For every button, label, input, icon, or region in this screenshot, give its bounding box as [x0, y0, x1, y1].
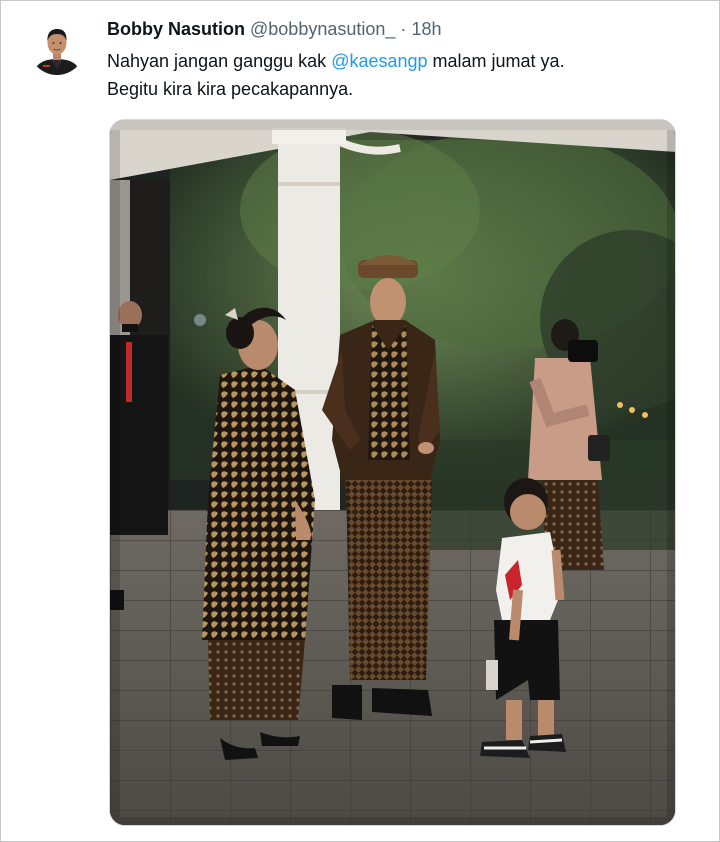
tweet-text: Nahyan jangan ganggu kak @kaesangp malam… [107, 47, 679, 103]
tweet-timestamp[interactable]: 18h [411, 19, 441, 39]
avatar-portrait-image [29, 19, 85, 75]
avatar[interactable] [29, 19, 85, 75]
separator-dot: · [400, 19, 407, 39]
tweet-text-part: Nahyan jangan ganggu kak [107, 51, 332, 71]
tweet-header: Bobby Nasution @bobbynasution_ · 18h [107, 15, 679, 43]
tweet-text-line-2: Begitu kira kira pecakapannya. [107, 79, 354, 99]
tweet-photo-image [110, 120, 675, 825]
mention-link[interactable]: @kaesangp [331, 51, 427, 71]
tweet-card[interactable]: Bobby Nasution @bobbynasution_ · 18h Nah… [0, 0, 720, 842]
tweet-photo[interactable] [109, 119, 676, 826]
user-handle[interactable]: @bobbynasution_ [250, 19, 395, 39]
tweet-body: Bobby Nasution @bobbynasution_ · 18h Nah… [107, 15, 679, 103]
display-name[interactable]: Bobby Nasution [107, 19, 245, 39]
tweet-text-part: malam jumat ya. [427, 51, 565, 71]
